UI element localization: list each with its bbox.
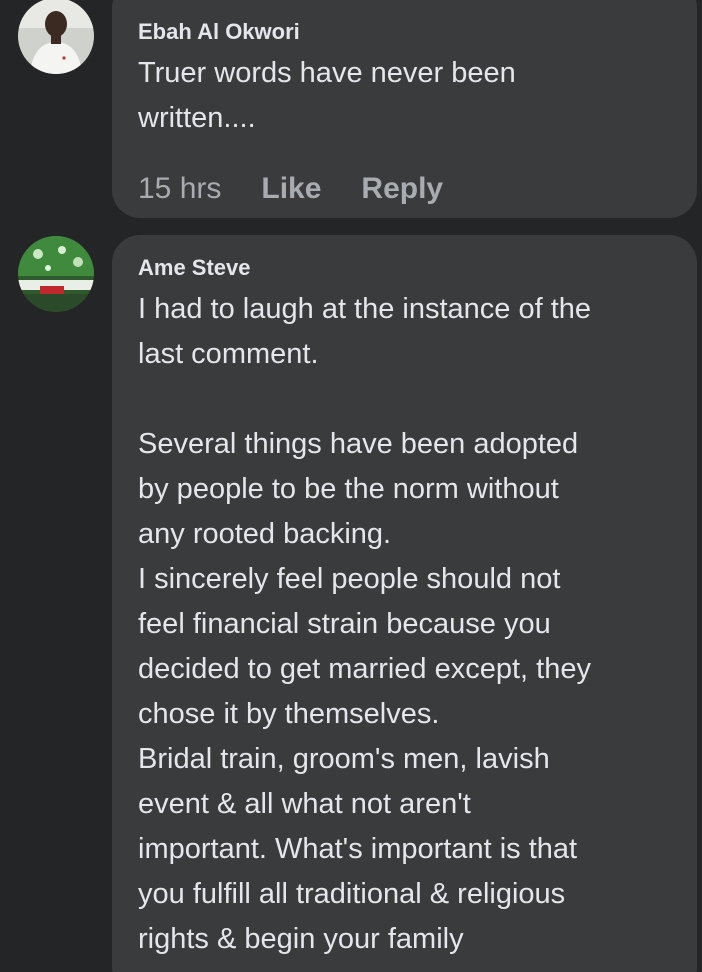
reply-button[interactable]: Reply bbox=[361, 172, 443, 206]
comments-page: Ebah Al Okwori Truer words have never be… bbox=[0, 0, 702, 972]
comment-text: Truer words have never been written.... bbox=[138, 57, 516, 134]
avatar[interactable] bbox=[18, 236, 94, 312]
like-button[interactable]: Like bbox=[261, 172, 321, 206]
user-avatar-photo-icon bbox=[18, 0, 94, 74]
comment-text: I had to laugh at the instance of the la… bbox=[138, 293, 592, 955]
user-avatar-photo-icon bbox=[18, 236, 94, 312]
avatar[interactable] bbox=[18, 0, 94, 74]
comment-timestamp[interactable]: 15 hrs bbox=[138, 172, 221, 206]
comment-author[interactable]: Ebah Al Okwori bbox=[138, 19, 673, 45]
comment-bubble: Ame Steve I had to laugh at the instance… bbox=[112, 235, 697, 972]
comment-actions: 15 hrs Like Reply bbox=[138, 172, 443, 206]
comment-author[interactable]: Ame Steve bbox=[138, 255, 673, 281]
